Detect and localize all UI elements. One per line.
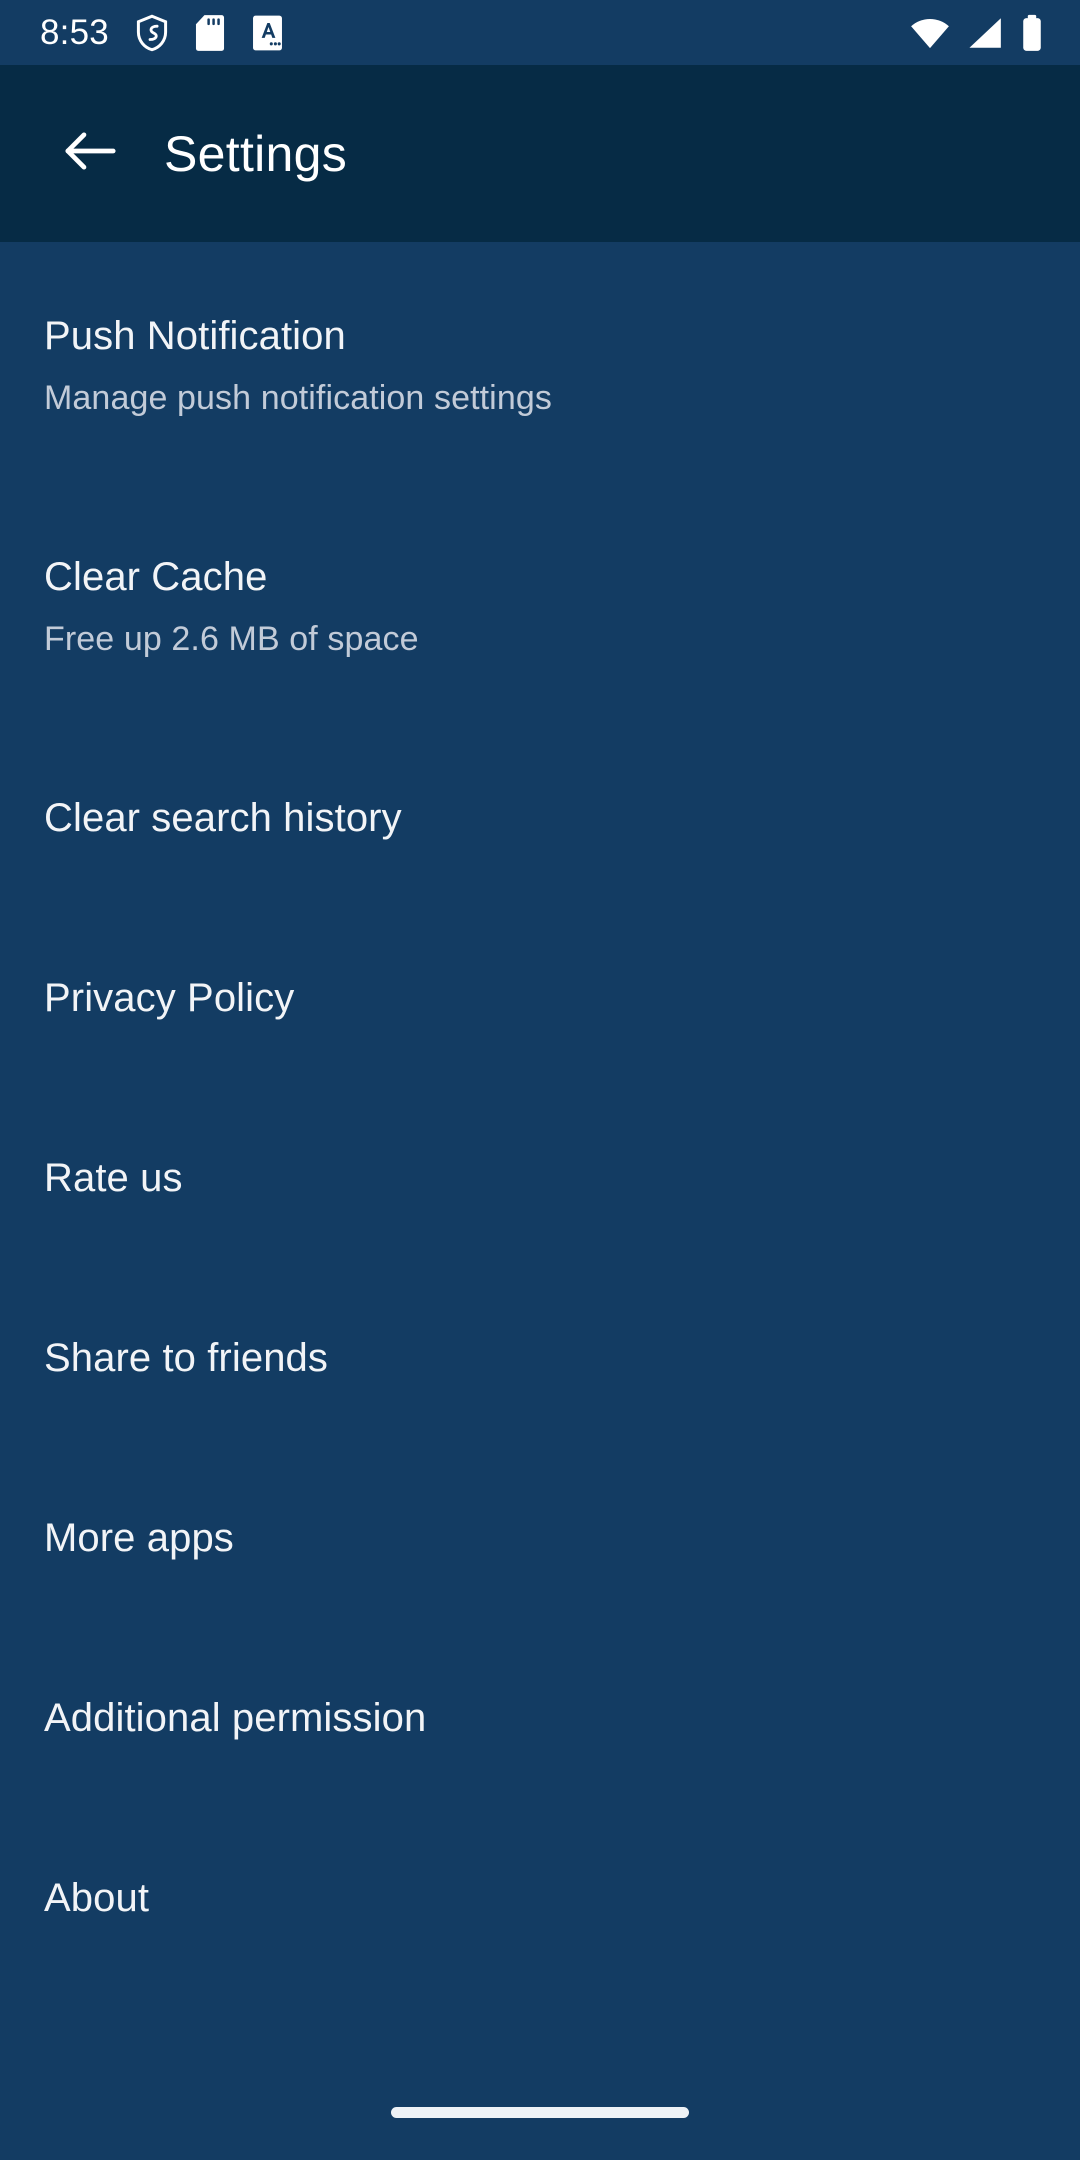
translate-a-icon — [251, 14, 284, 52]
status-bar: 8:53 — [0, 0, 1080, 65]
settings-item-title: More apps — [44, 1516, 234, 1560]
battery-icon — [1020, 14, 1044, 52]
status-bar-left: 8:53 — [40, 14, 284, 52]
settings-item-subtitle: Free up 2.6 MB of space — [44, 620, 419, 658]
settings-item-additional-permission[interactable]: Additional permission — [0, 1666, 1080, 1770]
page-title: Settings — [164, 125, 348, 182]
settings-item-title: Share to friends — [44, 1336, 328, 1380]
settings-item-title: Privacy Policy — [44, 976, 295, 1020]
app-bar: Settings — [0, 65, 1080, 242]
settings-item-push-notification[interactable]: Push Notification Manage push notificati… — [0, 284, 1080, 445]
settings-item-title: Rate us — [44, 1156, 183, 1200]
settings-item-title: Clear Cache — [44, 555, 268, 599]
status-bar-right — [910, 14, 1044, 52]
settings-item-privacy-policy[interactable]: Privacy Policy — [0, 946, 1080, 1050]
settings-item-clear-cache[interactable]: Clear Cache Free up 2.6 MB of space — [0, 525, 1080, 686]
settings-item-clear-search-history[interactable]: Clear search history — [0, 766, 1080, 870]
settings-item-title: Clear search history — [44, 796, 402, 840]
status-bar-clock: 8:53 — [40, 13, 109, 52]
settings-item-subtitle: Manage push notification settings — [44, 379, 552, 417]
settings-item-about[interactable]: About — [0, 1846, 1080, 1950]
gesture-navigation-bar — [0, 2065, 1080, 2160]
gesture-home-pill[interactable] — [391, 2107, 689, 2118]
settings-item-title: About — [44, 1876, 150, 1920]
settings-item-rate-us[interactable]: Rate us — [0, 1126, 1080, 1230]
cellular-signal-icon — [966, 17, 1004, 49]
wifi-icon — [910, 17, 950, 49]
shield-icon — [135, 14, 169, 52]
back-button[interactable] — [52, 116, 128, 192]
settings-item-title: Additional permission — [44, 1696, 427, 1740]
settings-item-title: Push Notification — [44, 314, 346, 358]
sd-card-icon — [195, 14, 225, 52]
arrow-left-icon — [63, 130, 117, 177]
settings-item-more-apps[interactable]: More apps — [0, 1486, 1080, 1590]
settings-item-share-to-friends[interactable]: Share to friends — [0, 1306, 1080, 1410]
settings-list: Push Notification Manage push notificati… — [0, 242, 1080, 1950]
